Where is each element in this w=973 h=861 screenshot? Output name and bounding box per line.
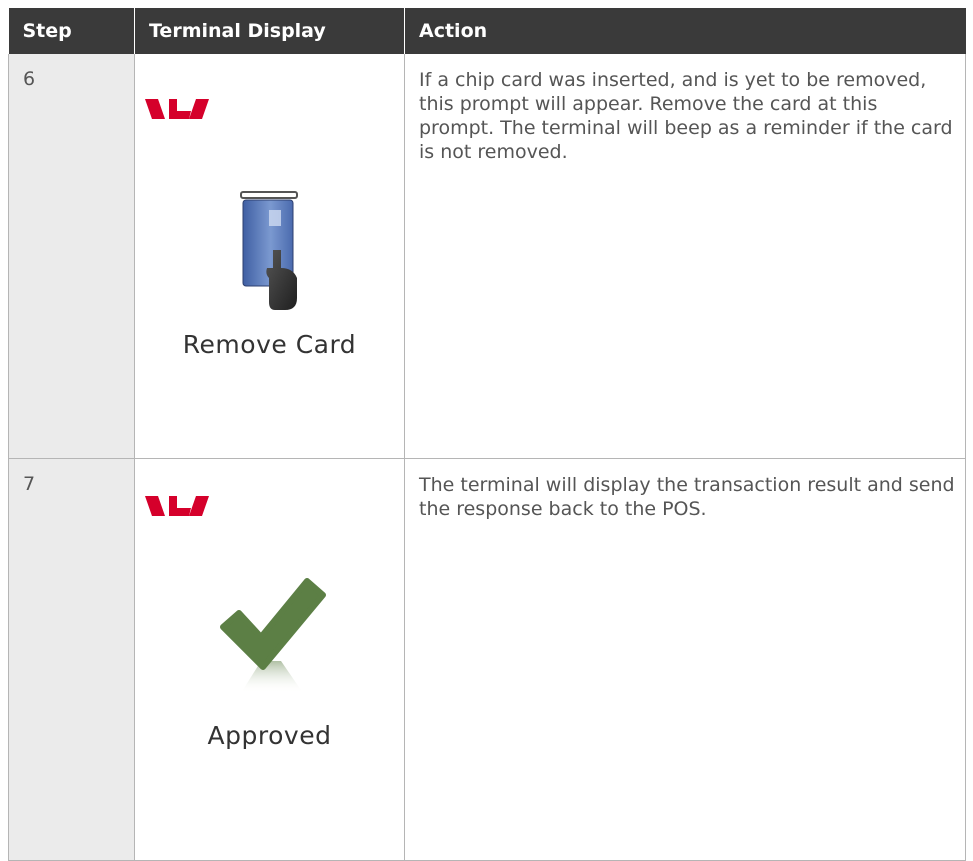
table-row: 7 Approved The terminal will display the…	[8, 457, 966, 861]
action-text: If a chip card was inserted, and is yet …	[404, 54, 966, 459]
header-action: Action	[404, 8, 966, 54]
procedure-table: Step Terminal Display Action 6 Remove Ca…	[8, 8, 966, 861]
remove-card-icon	[240, 191, 298, 310]
approved-checkmark-icon	[220, 577, 326, 693]
header-step: Step	[8, 8, 135, 54]
terminal-display-cell: Approved	[134, 457, 405, 861]
terminal-display-cell: Remove Card	[134, 54, 405, 459]
display-label-approved: Approved	[207, 720, 332, 750]
action-text: The terminal will display the transactio…	[404, 457, 966, 861]
table-row: 6 Remove Card If a chip card was inserte…	[8, 54, 966, 459]
step-number: 6	[8, 54, 135, 459]
display-label-remove-card: Remove Card	[182, 330, 357, 359]
header-row: Step Terminal Display Action	[8, 8, 966, 54]
header-terminal-display: Terminal Display	[134, 8, 405, 54]
westpac-logo-icon	[145, 495, 209, 516]
step-number: 7	[8, 457, 135, 861]
westpac-logo-icon	[145, 99, 209, 119]
